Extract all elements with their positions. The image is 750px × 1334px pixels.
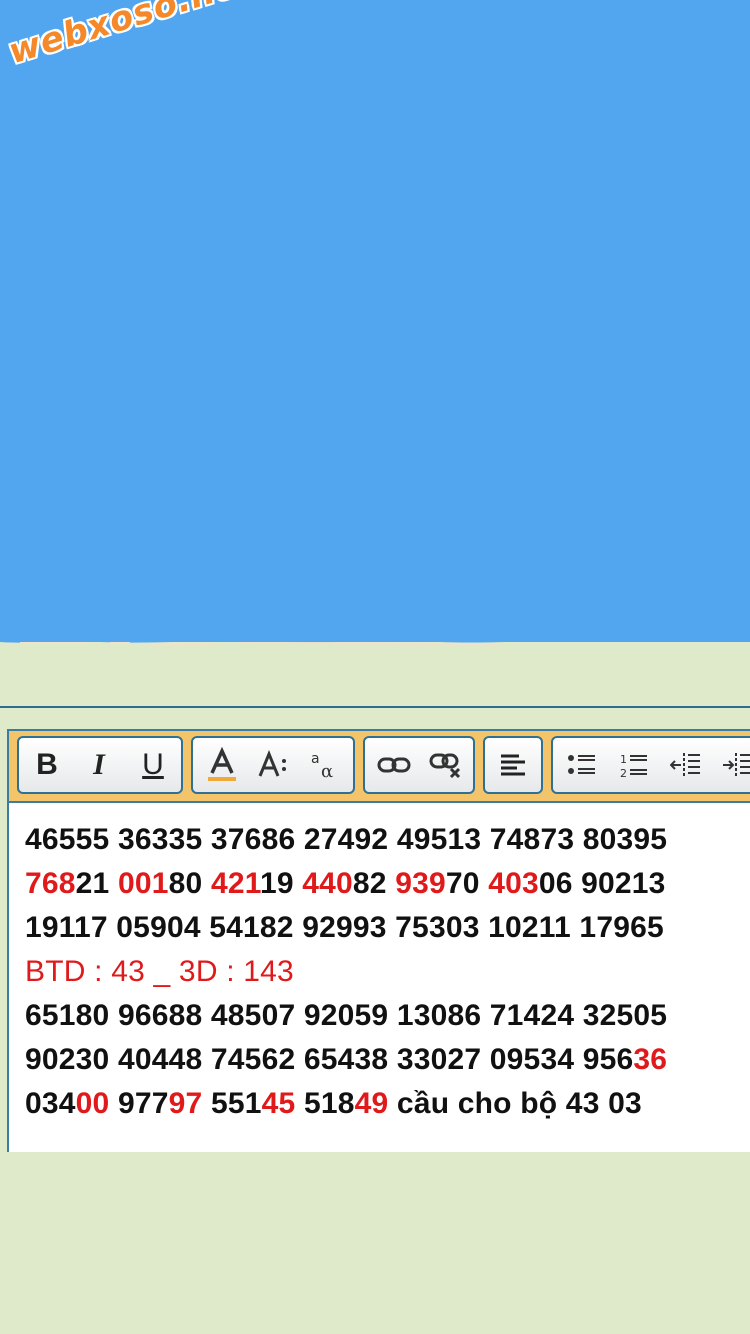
format-group: B I U bbox=[17, 736, 183, 794]
align-group bbox=[483, 736, 543, 794]
svg-text:α: α bbox=[321, 761, 333, 781]
text-line-2: 76821 00180 42119 44082 93970 40306 9021… bbox=[25, 867, 666, 901]
text-segment: 49 bbox=[354, 1087, 389, 1120]
divider bbox=[0, 706, 750, 708]
text-line-4: BTD : 43 _ 3D : 143 bbox=[25, 955, 294, 989]
text-segment: 19 bbox=[259, 867, 303, 900]
link-group bbox=[363, 736, 475, 794]
text-segment: 97 bbox=[168, 1087, 203, 1120]
text-segment: 21 bbox=[75, 867, 118, 900]
text-color-button[interactable] bbox=[199, 738, 245, 792]
svg-text:2: 2 bbox=[620, 767, 627, 779]
indent-button[interactable] bbox=[715, 738, 750, 792]
svg-text:a: a bbox=[311, 751, 320, 767]
text-line-6: 90230 40448 74562 65438 33027 09534 9563… bbox=[25, 1043, 667, 1077]
bold-button[interactable]: B bbox=[25, 738, 69, 792]
bullet-list-icon bbox=[568, 755, 595, 774]
text-segment: 421 bbox=[210, 867, 260, 900]
editor-toolbar: B I U a α 1 2 bbox=[9, 731, 750, 801]
font-size-icon bbox=[258, 750, 286, 777]
font-family-button[interactable]: a α bbox=[303, 738, 349, 792]
text-color-icon bbox=[208, 747, 236, 781]
numbered-list-icon: 1 2 bbox=[620, 753, 647, 779]
text-segment: 36 bbox=[633, 1043, 668, 1076]
font-size-button[interactable] bbox=[251, 738, 297, 792]
font-family-icon: a α bbox=[311, 751, 333, 781]
text-segment: 90230 40448 74562 65438 33027 09534 956 bbox=[25, 1043, 634, 1076]
text-line-7: 03400 97797 55145 51849 cầu cho bộ 43 03 bbox=[25, 1087, 642, 1121]
numbered-list-button[interactable]: 1 2 bbox=[611, 738, 657, 792]
text-segment: 00 bbox=[75, 1087, 110, 1120]
text-segment: BTD : 43 _ 3D : 143 bbox=[25, 955, 294, 988]
text-line-1: 46555 36335 37686 27492 49513 74873 8039… bbox=[25, 823, 667, 857]
text-segment: 440 bbox=[302, 867, 353, 900]
editor-content[interactable]: 46555 36335 37686 27492 49513 74873 8039… bbox=[9, 801, 750, 1152]
outdent-button[interactable] bbox=[663, 738, 709, 792]
text-segment: 768 bbox=[25, 867, 76, 900]
align-left-button[interactable] bbox=[491, 738, 535, 792]
text-segment: 70 bbox=[445, 867, 489, 900]
unlink-icon bbox=[429, 753, 461, 779]
font-group: a α bbox=[191, 736, 355, 794]
torn-edge bbox=[0, 632, 750, 645]
text-line-3: 19117 05904 54182 92993 75303 10211 1796… bbox=[25, 911, 664, 945]
svg-text:1: 1 bbox=[620, 753, 627, 766]
text-segment: cầu cho bộ 43 03 bbox=[388, 1087, 642, 1120]
align-left-icon bbox=[501, 754, 525, 776]
text-segment: 551 bbox=[202, 1087, 262, 1120]
text-segment: 939 bbox=[395, 867, 446, 900]
text-segment: 45 bbox=[261, 1087, 296, 1120]
text-segment: 65180 96688 48507 92059 13086 71424 3250… bbox=[25, 999, 668, 1032]
italic-button[interactable]: I bbox=[77, 738, 121, 792]
outdent-icon bbox=[670, 753, 700, 777]
underline-button[interactable]: U bbox=[131, 738, 175, 792]
bullet-list-button[interactable] bbox=[559, 738, 605, 792]
text-segment: 06 90213 bbox=[538, 867, 666, 900]
text-segment: 518 bbox=[295, 1087, 355, 1120]
text-segment: 80 bbox=[168, 867, 211, 900]
insert-link-button[interactable] bbox=[371, 738, 417, 792]
indent-icon bbox=[723, 753, 750, 777]
text-segment: 001 bbox=[117, 867, 169, 900]
text-line-5: 65180 96688 48507 92059 13086 71424 3250… bbox=[25, 999, 667, 1033]
blue-area bbox=[0, 0, 750, 642]
text-segment: 82 bbox=[352, 867, 396, 900]
list-group: 1 2 bbox=[551, 736, 750, 794]
text-segment: 19117 05904 54182 92993 75303 10211 1796… bbox=[25, 911, 664, 944]
remove-link-button[interactable] bbox=[423, 738, 469, 792]
text-segment: 034 bbox=[25, 1087, 76, 1120]
text-segment: 977 bbox=[109, 1087, 169, 1120]
text-segment: 46555 36335 37686 27492 49513 74873 8039… bbox=[25, 823, 668, 856]
link-icon bbox=[377, 757, 411, 773]
text-segment: 403 bbox=[488, 867, 539, 900]
rich-text-editor: B I U a α 1 2 46555 36335 37686 27492 49… bbox=[7, 729, 750, 1152]
